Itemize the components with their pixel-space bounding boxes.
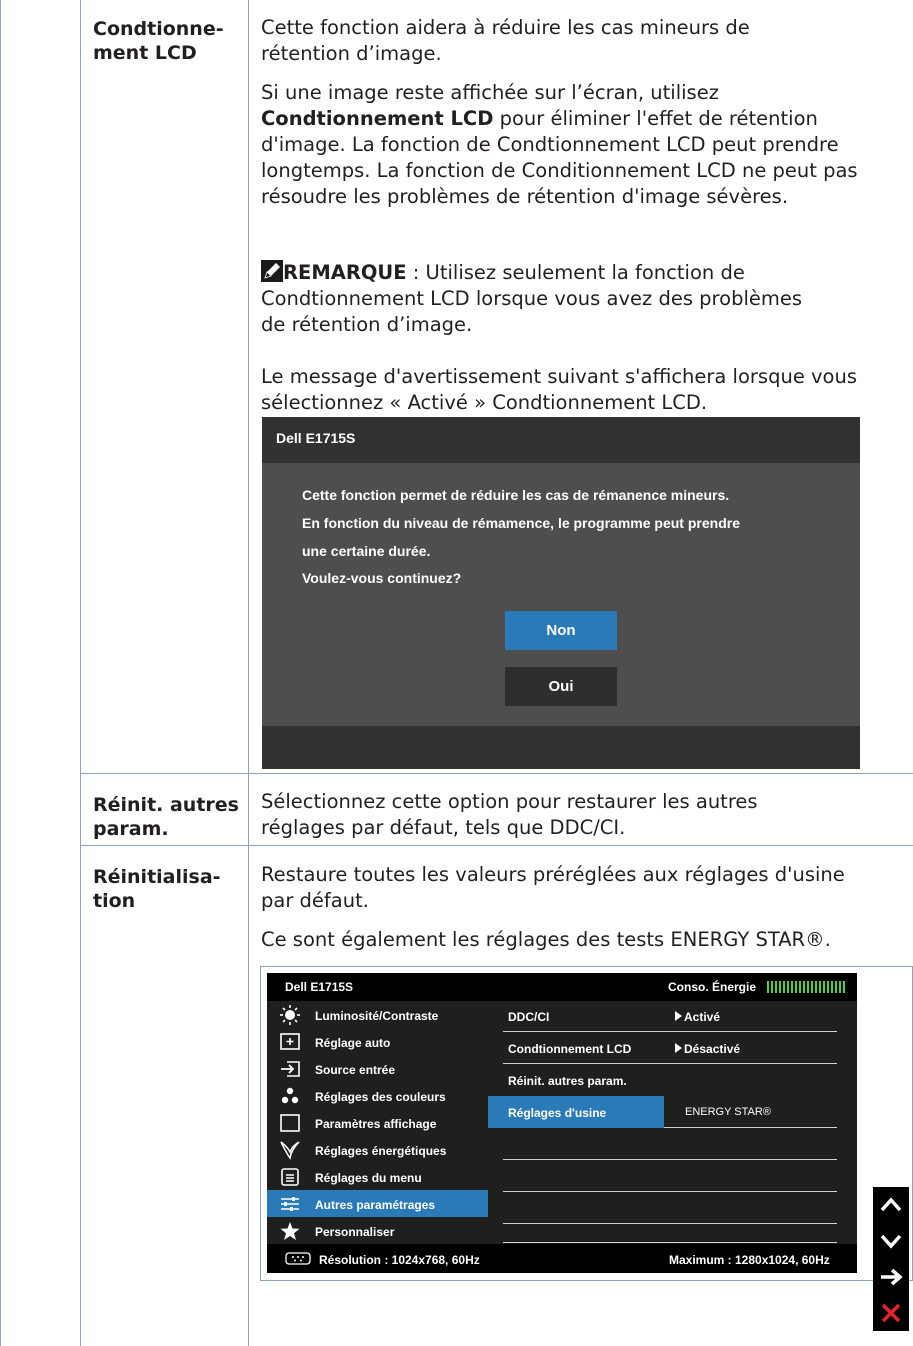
osd-submenu-divider <box>503 1242 837 1243</box>
osd-menu: Dell E1715S Conso. Énergie Luminosité/Co… <box>267 973 857 1273</box>
energy-meter <box>767 981 845 993</box>
row-divider-1 <box>80 773 913 774</box>
osd-menu-label: Autres paramétrages <box>315 1198 436 1212</box>
osd-submenu-label: Condtionnement LCD <box>508 1042 632 1056</box>
auto-adjust-icon <box>279 1032 301 1052</box>
dialog-line-4: Voulez-vous continuez? <box>302 570 462 586</box>
dialog-line-3: une certaine durée. <box>302 543 431 559</box>
lcd-para-1: Cette fonction aidera à réduire les cas … <box>261 16 750 65</box>
dialog-line-2: En fonction du niveau de rémamence, le p… <box>302 515 740 531</box>
osd-submenu-ddcci[interactable]: DDC/CI Activé <box>488 1000 857 1032</box>
color-icon <box>279 1086 301 1106</box>
dialog-header: Dell E1715S <box>262 417 860 463</box>
osd-menu-item-input-source[interactable]: Source entrée <box>267 1055 488 1082</box>
star-icon <box>279 1221 301 1241</box>
osd-submenu-value: Désactivé <box>684 1042 741 1056</box>
osd-menu-item-display[interactable]: Paramètres affichage <box>267 1109 488 1136</box>
osd-submenu-empty-4 <box>488 1217 857 1243</box>
osd-submenu-value: ENERGY STAR® <box>685 1106 771 1118</box>
osd-menu-label: Réglages énergétiques <box>315 1144 447 1158</box>
osd-menu-label: Personnaliser <box>315 1225 395 1239</box>
chevron-down-icon <box>880 1234 902 1249</box>
osd-maximum: Maximum : 1280x1024, 60Hz <box>669 1253 830 1267</box>
osd-menu-item-menu[interactable]: Réglages du menu <box>267 1163 488 1190</box>
arrow-right-icon <box>881 1268 903 1286</box>
row-divider-2 <box>80 845 913 846</box>
triangle-right-icon <box>675 1011 682 1021</box>
osd-submenu-reset-other[interactable]: Réinit. autres param. <box>488 1064 857 1096</box>
lcd-para-2-pre: Si une image reste affichée sur l’écran,… <box>261 81 719 104</box>
table-border-col2 <box>248 0 249 1346</box>
nav-up-button[interactable] <box>873 1187 909 1223</box>
triangle-right-icon <box>675 1043 682 1053</box>
osd-menu-item-auto-adjust[interactable]: Réglage auto <box>267 1028 488 1055</box>
note-pencil-icon <box>261 260 283 282</box>
table-border-col1 <box>80 0 81 1346</box>
lcd-para-2-bold: Condtionnement LCD <box>261 107 494 130</box>
row-label-lcd-conditioning: Condtionne- ment LCD <box>93 18 224 64</box>
reset-other-text: Sélectionnez cette option pour restaurer… <box>261 790 758 839</box>
energy-icon <box>279 1140 301 1160</box>
osd-menu-label: Luminosité/Contraste <box>315 1009 439 1023</box>
nav-down-button[interactable] <box>873 1223 909 1259</box>
osd-menu-label: Source entrée <box>315 1063 396 1077</box>
brightness-icon <box>279 1005 301 1025</box>
row-label-reset-other: Réinit. autres param. <box>93 794 239 840</box>
dialog-footer <box>262 726 860 769</box>
osd-submenu-factory-reset[interactable]: Réglages d'usine ENERGY STAR® <box>488 1096 857 1128</box>
monitor-connector-icon <box>285 1252 311 1270</box>
menu-icon <box>279 1167 301 1187</box>
osd-submenu-value: Activé <box>684 1010 721 1024</box>
osd-topbar: Dell E1715S Conso. Énergie <box>267 973 857 1001</box>
osd-resolution: Résolution : 1024x768, 60Hz <box>319 1253 480 1267</box>
note-block: REMARQUE : Utilisez seulement la fonctio… <box>261 260 821 338</box>
osd-menu-item-color[interactable]: Réglages des couleurs <box>267 1082 488 1109</box>
warning-dialog: Dell E1715S Cette fonction permet de réd… <box>262 417 860 769</box>
dialog-no-button[interactable]: Non <box>505 611 617 650</box>
osd-menu-item-other-settings[interactable]: Autres paramétrages <box>267 1190 488 1217</box>
osd-bottombar: Résolution : 1024x768, 60Hz Maximum : 12… <box>267 1244 857 1273</box>
note-label: REMARQUE <box>283 261 407 284</box>
osd-menu-item-energy[interactable]: Réglages énergétiques <box>267 1136 488 1163</box>
dialog-yes-button[interactable]: Oui <box>505 667 617 706</box>
reset-para-1: Restaure toutes les valeurs préréglées a… <box>261 863 845 912</box>
osd-menu-label: Réglages du menu <box>315 1171 422 1185</box>
osd-menu-label: Réglage auto <box>315 1036 391 1050</box>
osd-menu-item-brightness[interactable]: Luminosité/Contraste <box>267 1001 488 1028</box>
other-settings-icon <box>279 1194 301 1214</box>
nav-right-button[interactable] <box>873 1259 909 1295</box>
osd-submenu-empty-2 <box>488 1160 857 1192</box>
osd-energy-label: Conso. Énergie <box>668 980 757 994</box>
osd-submenu-label: Réglages d'usine <box>508 1106 607 1120</box>
table-border-left <box>0 0 1 1346</box>
osd-submenu-empty-1 <box>488 1128 857 1160</box>
osd-submenu-label: Réinit. autres param. <box>508 1074 627 1088</box>
lcd-para-2: Si une image reste affichée sur l’écran,… <box>261 80 881 210</box>
osd-submenu-lcd-conditioning[interactable]: Condtionnement LCD Désactivé <box>488 1032 857 1064</box>
display-icon <box>279 1113 301 1133</box>
nav-close-button[interactable] <box>873 1295 909 1331</box>
reset-para-2: Ce sont également les réglages des tests… <box>261 928 831 951</box>
dialog-line-1: Cette fonction permet de réduire les cas… <box>302 487 730 503</box>
osd-menu-label: Paramètres affichage <box>315 1117 437 1131</box>
osd-menu-item-personalize[interactable]: Personnaliser <box>267 1217 488 1244</box>
dialog-title: Dell E1715S <box>276 430 356 446</box>
chevron-up-icon <box>880 1197 902 1212</box>
close-icon <box>881 1303 901 1323</box>
osd-submenu-label: DDC/CI <box>508 1010 550 1024</box>
lcd-para-3: Le message d'avertissement suivant s'aff… <box>261 365 858 414</box>
osd-menu-label: Réglages des couleurs <box>315 1090 446 1104</box>
input-source-icon <box>279 1059 301 1079</box>
osd-title: Dell E1715S <box>285 980 354 994</box>
row-label-reset: Réinitialisa- tion <box>93 866 221 912</box>
